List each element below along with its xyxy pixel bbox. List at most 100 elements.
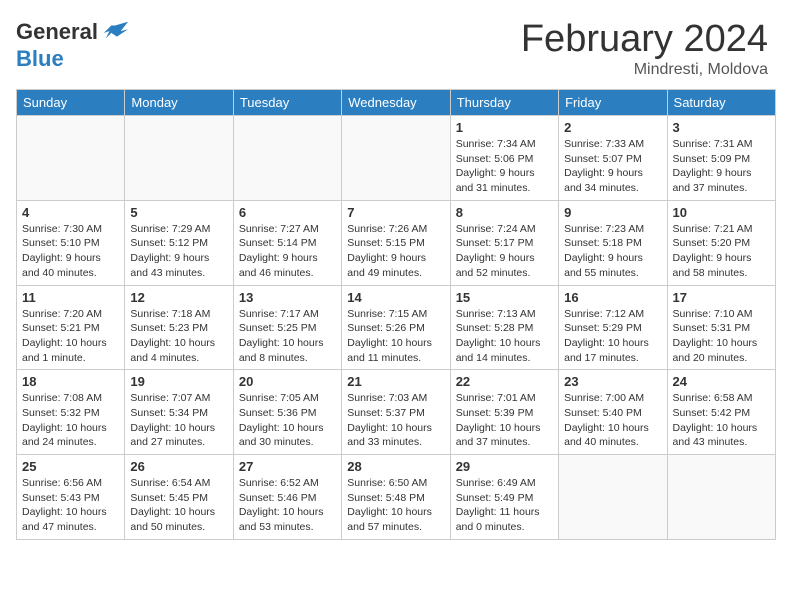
calendar-day-cell: 24 Sunrise: 6:58 AMSunset: 5:42 PMDayligh… <box>667 370 775 455</box>
calendar-day-cell: 20 Sunrise: 7:05 AMSunset: 5:36 PMDayligh… <box>233 370 341 455</box>
calendar-day-cell <box>667 455 775 540</box>
calendar-day-cell: 12 Sunrise: 7:18 AMSunset: 5:23 PMDayligh… <box>125 285 233 370</box>
day-info: Sunrise: 7:31 AMSunset: 5:09 PMDaylight:… <box>673 137 770 196</box>
month-title: February 2024 <box>521 18 768 61</box>
day-info: Sunrise: 6:50 AMSunset: 5:48 PMDaylight:… <box>347 476 444 535</box>
calendar-day-cell: 11Sunrise: 7:20 AMSunset: 5:21 PMDayligh… <box>17 285 125 370</box>
day-number: 20 <box>239 374 336 389</box>
calendar-day-cell: 14Sunrise: 7:15 AMSunset: 5:26 PMDayligh… <box>342 285 450 370</box>
day-info: Sunrise: 7:23 AMSunset: 5:18 PMDaylight:… <box>564 222 661 281</box>
day-info: Sunrise: 7:00 AMSunset: 5:40 PMDaylight:… <box>564 391 661 450</box>
calendar-day-cell: 17 Sunrise: 7:10 AMSunset: 5:31 PMDayligh… <box>667 285 775 370</box>
calendar-day-cell: 13 Sunrise: 7:17 AMSunset: 5:25 PMDayligh… <box>233 285 341 370</box>
day-info: Sunrise: 7:13 AMSunset: 5:28 PMDaylight:… <box>456 307 553 366</box>
calendar-day-cell: 9Sunrise: 7:23 AMSunset: 5:18 PMDaylight… <box>559 200 667 285</box>
col-monday: Monday <box>125 90 233 116</box>
calendar-day-cell: 10Sunrise: 7:21 AMSunset: 5:20 PMDayligh… <box>667 200 775 285</box>
day-number: 7 <box>347 205 444 220</box>
day-number: 24 <box>673 374 770 389</box>
day-number: 8 <box>456 205 553 220</box>
day-info: Sunrise: 7:29 AMSunset: 5:12 PMDaylight:… <box>130 222 227 281</box>
calendar-day-cell: 16 Sunrise: 7:12 AMSunset: 5:29 PMDayligh… <box>559 285 667 370</box>
day-number: 26 <box>130 459 227 474</box>
day-info: Sunrise: 7:18 AMSunset: 5:23 PMDaylight:… <box>130 307 227 366</box>
day-info: Sunrise: 6:54 AMSunset: 5:45 PMDaylight:… <box>130 476 227 535</box>
col-thursday: Thursday <box>450 90 558 116</box>
calendar-day-cell: 18Sunrise: 7:08 AMSunset: 5:32 PMDayligh… <box>17 370 125 455</box>
day-number: 16 <box>564 290 661 305</box>
day-number: 17 <box>673 290 770 305</box>
day-info: Sunrise: 7:24 AMSunset: 5:17 PMDaylight:… <box>456 222 553 281</box>
calendar-day-cell: 26 Sunrise: 6:54 AMSunset: 5:45 PMDayligh… <box>125 455 233 540</box>
page-header: General Blue February 2024 Mindresti, Mo… <box>0 0 792 89</box>
calendar-week-row: 11Sunrise: 7:20 AMSunset: 5:21 PMDayligh… <box>17 285 776 370</box>
calendar-header: Sunday Monday Tuesday Wednesday Thursday… <box>17 90 776 116</box>
calendar-week-row: 18Sunrise: 7:08 AMSunset: 5:32 PMDayligh… <box>17 370 776 455</box>
calendar-day-cell: 7Sunrise: 7:26 AMSunset: 5:15 PMDaylight… <box>342 200 450 285</box>
calendar-day-cell <box>17 116 125 201</box>
day-number: 21 <box>347 374 444 389</box>
day-number: 23 <box>564 374 661 389</box>
calendar-container: Sunday Monday Tuesday Wednesday Thursday… <box>0 89 792 550</box>
day-number: 15 <box>456 290 553 305</box>
col-tuesday: Tuesday <box>233 90 341 116</box>
day-number: 1 <box>456 120 553 135</box>
day-info: Sunrise: 7:12 AMSunset: 5:29 PMDaylight:… <box>564 307 661 366</box>
calendar-day-cell: 22Sunrise: 7:01 AMSunset: 5:39 PMDayligh… <box>450 370 558 455</box>
day-info: Sunrise: 6:56 AMSunset: 5:43 PMDaylight:… <box>22 476 119 535</box>
calendar-day-cell: 6Sunrise: 7:27 AMSunset: 5:14 PMDaylight… <box>233 200 341 285</box>
day-number: 28 <box>347 459 444 474</box>
day-info: Sunrise: 6:49 AMSunset: 5:49 PMDaylight:… <box>456 476 553 535</box>
calendar-day-cell: 15 Sunrise: 7:13 AMSunset: 5:28 PMDayligh… <box>450 285 558 370</box>
logo: General Blue <box>16 18 130 72</box>
calendar-day-cell: 28 Sunrise: 6:50 AMSunset: 5:48 PMDayligh… <box>342 455 450 540</box>
calendar-day-cell: 8 Sunrise: 7:24 AMSunset: 5:17 PMDaylight… <box>450 200 558 285</box>
day-number: 19 <box>130 374 227 389</box>
col-sunday: Sunday <box>17 90 125 116</box>
title-section: February 2024 Mindresti, Moldova <box>521 18 768 79</box>
calendar-body: 1 Sunrise: 7:34 AMSunset: 5:06 PMDaylight… <box>17 116 776 540</box>
calendar-week-row: 1 Sunrise: 7:34 AMSunset: 5:06 PMDaylight… <box>17 116 776 201</box>
day-info: Sunrise: 7:08 AMSunset: 5:32 PMDaylight:… <box>22 391 119 450</box>
day-info: Sunrise: 7:20 AMSunset: 5:21 PMDaylight:… <box>22 307 119 366</box>
day-info: Sunrise: 6:58 AMSunset: 5:42 PMDaylight:… <box>673 391 770 450</box>
day-info: Sunrise: 7:05 AMSunset: 5:36 PMDaylight:… <box>239 391 336 450</box>
day-number: 5 <box>130 205 227 220</box>
day-number: 29 <box>456 459 553 474</box>
day-info: Sunrise: 7:01 AMSunset: 5:39 PMDaylight:… <box>456 391 553 450</box>
logo-bird-icon <box>102 18 130 46</box>
calendar-day-cell: 4Sunrise: 7:30 AMSunset: 5:10 PMDaylight… <box>17 200 125 285</box>
col-wednesday: Wednesday <box>342 90 450 116</box>
weekday-header-row: Sunday Monday Tuesday Wednesday Thursday… <box>17 90 776 116</box>
calendar-day-cell: 27 Sunrise: 6:52 AMSunset: 5:46 PMDayligh… <box>233 455 341 540</box>
calendar-day-cell <box>233 116 341 201</box>
logo-blue-text: Blue <box>16 46 64 71</box>
calendar-day-cell <box>559 455 667 540</box>
calendar-week-row: 4Sunrise: 7:30 AMSunset: 5:10 PMDaylight… <box>17 200 776 285</box>
day-info: Sunrise: 6:52 AMSunset: 5:46 PMDaylight:… <box>239 476 336 535</box>
day-number: 2 <box>564 120 661 135</box>
day-info: Sunrise: 7:10 AMSunset: 5:31 PMDaylight:… <box>673 307 770 366</box>
col-saturday: Saturday <box>667 90 775 116</box>
col-friday: Friday <box>559 90 667 116</box>
day-number: 13 <box>239 290 336 305</box>
day-number: 12 <box>130 290 227 305</box>
calendar-day-cell: 29 Sunrise: 6:49 AMSunset: 5:49 PMDayligh… <box>450 455 558 540</box>
calendar-day-cell: 3Sunrise: 7:31 AMSunset: 5:09 PMDaylight… <box>667 116 775 201</box>
calendar-day-cell: 5 Sunrise: 7:29 AMSunset: 5:12 PMDaylight… <box>125 200 233 285</box>
day-info: Sunrise: 7:30 AMSunset: 5:10 PMDaylight:… <box>22 222 119 281</box>
calendar-day-cell: 21 Sunrise: 7:03 AMSunset: 5:37 PMDayligh… <box>342 370 450 455</box>
calendar-day-cell: 19Sunrise: 7:07 AMSunset: 5:34 PMDayligh… <box>125 370 233 455</box>
calendar-day-cell: 23 Sunrise: 7:00 AMSunset: 5:40 PMDayligh… <box>559 370 667 455</box>
calendar-day-cell: 25Sunrise: 6:56 AMSunset: 5:43 PMDayligh… <box>17 455 125 540</box>
calendar-day-cell <box>342 116 450 201</box>
calendar-day-cell: 2Sunrise: 7:33 AMSunset: 5:07 PMDaylight… <box>559 116 667 201</box>
day-info: Sunrise: 7:03 AMSunset: 5:37 PMDaylight:… <box>347 391 444 450</box>
day-info: Sunrise: 7:21 AMSunset: 5:20 PMDaylight:… <box>673 222 770 281</box>
day-info: Sunrise: 7:34 AMSunset: 5:06 PMDaylight:… <box>456 137 553 196</box>
calendar-day-cell: 1 Sunrise: 7:34 AMSunset: 5:06 PMDaylight… <box>450 116 558 201</box>
day-info: Sunrise: 7:17 AMSunset: 5:25 PMDaylight:… <box>239 307 336 366</box>
day-number: 27 <box>239 459 336 474</box>
day-info: Sunrise: 7:15 AMSunset: 5:26 PMDaylight:… <box>347 307 444 366</box>
calendar-week-row: 25Sunrise: 6:56 AMSunset: 5:43 PMDayligh… <box>17 455 776 540</box>
